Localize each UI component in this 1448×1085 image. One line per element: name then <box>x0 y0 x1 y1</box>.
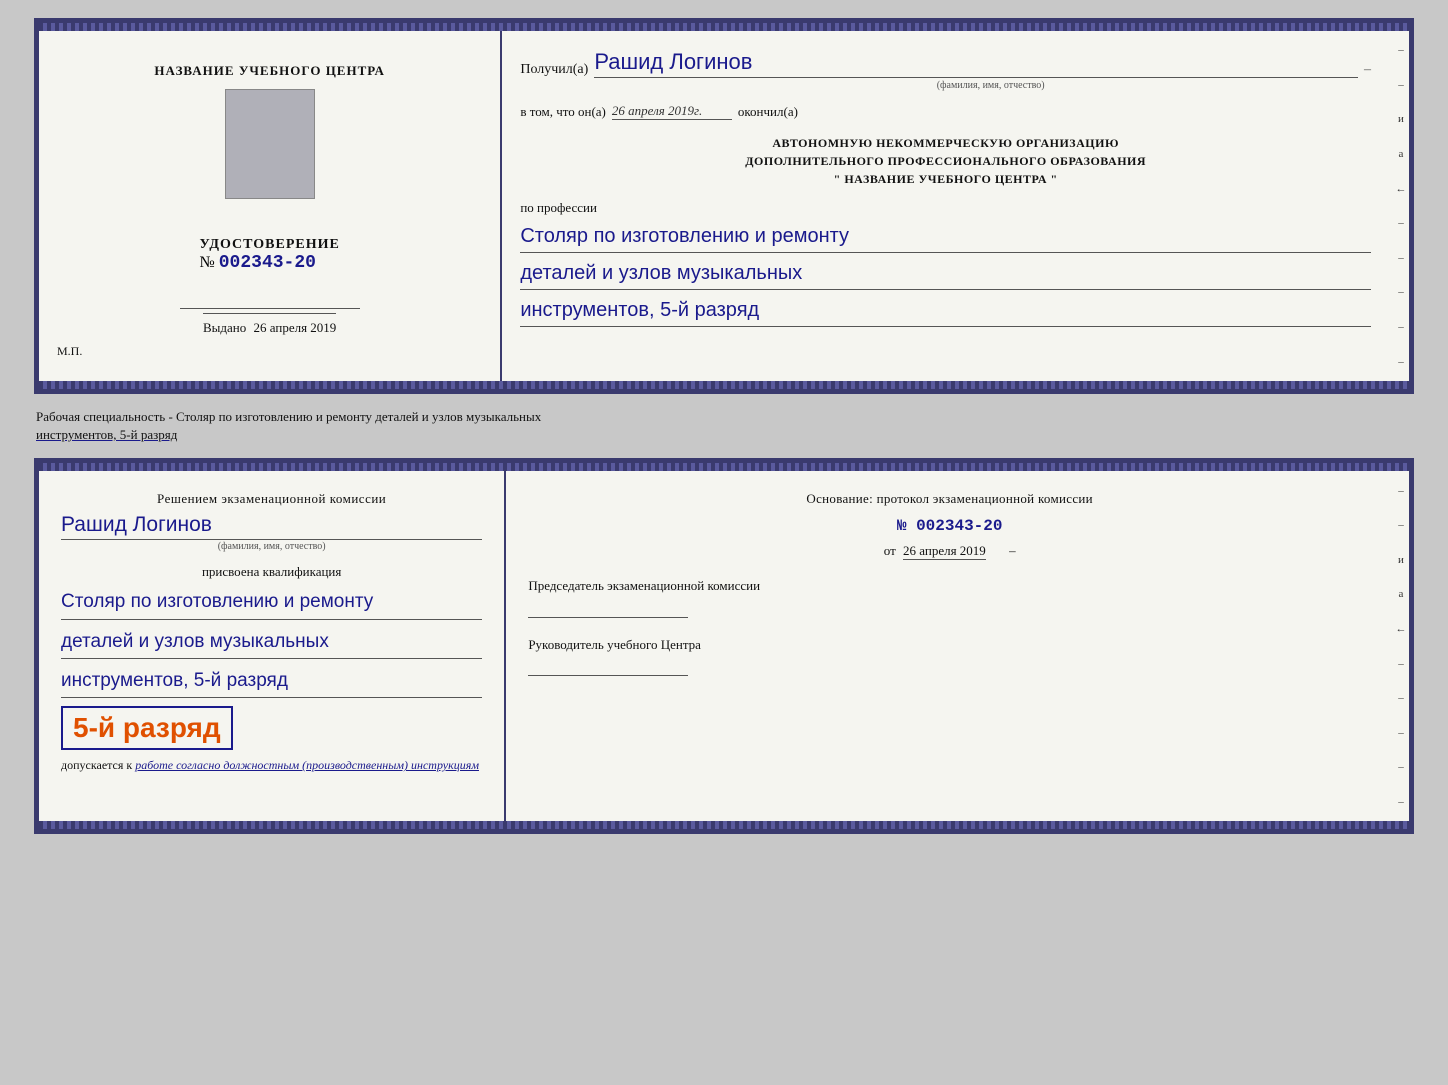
vydano-date: 26 апреля 2019 <box>254 320 337 335</box>
osnov-number: № 002343-20 <box>528 517 1371 535</box>
poluchil-label: Получил(а) <box>520 62 588 78</box>
dash-top: – <box>1364 62 1371 78</box>
right-side-deco: – – и а ← – – – – – <box>1393 31 1409 381</box>
qual-line1-top: Столяр по изготовлению и ремонту <box>520 220 1371 253</box>
handwritten-name-top: Рашид Логинов <box>594 49 1358 78</box>
top-doc-right: Получил(а) Рашид Логинов – (фамилия, имя… <box>502 31 1393 381</box>
between-label: Рабочая специальность - Столяр по изгото… <box>34 404 1414 448</box>
center-title: НАЗВАНИЕ УЧЕБНОГО ЦЕНТРА <box>154 63 385 79</box>
prisvoyena: присвоена квалификация <box>61 564 482 580</box>
photo-placeholder <box>225 89 315 199</box>
vtom-label: в том, что он(а) <box>520 104 606 120</box>
udostoverenie-block: УДОСТОВЕРЕНИЕ № 002343-20 <box>199 237 339 273</box>
ot-prefix: от <box>884 543 896 558</box>
dopusk-italic: работе согласно должностным (производств… <box>135 758 479 772</box>
org-block: АВТОНОМНУЮ НЕКОММЕРЧЕСКУЮ ОРГАНИЗАЦИЮ ДО… <box>520 134 1371 188</box>
predsed-sign-line <box>528 600 688 618</box>
qual-line3-bottom: инструментов, 5-й разряд <box>61 665 482 698</box>
ot-date: 26 апреля 2019 <box>903 543 986 560</box>
top-document-card: НАЗВАНИЕ УЧЕБНОГО ЦЕНТРА УДОСТОВЕРЕНИЕ №… <box>34 18 1414 394</box>
reshen-label: Решением экзаменационной комиссии <box>61 491 482 507</box>
bottom-border-band-top <box>39 381 1409 389</box>
vtom-date: 26 апреля 2019г. <box>612 103 732 120</box>
org-line2: ДОПОЛНИТЕЛЬНОГО ПРОФЕССИОНАЛЬНОГО ОБРАЗО… <box>520 152 1371 170</box>
qual-line2-top: деталей и узлов музыкальных <box>520 257 1371 290</box>
po-professii: по профессии <box>520 200 1371 216</box>
okoncil-label: окончил(а) <box>738 104 798 120</box>
vydano-line: Выдано 26 апреля 2019 <box>203 313 336 336</box>
fio-sub-bottom: (фамилия, имя, отчество) <box>61 541 482 552</box>
between-text-underline: инструментов, 5-й разряд <box>36 427 177 442</box>
dopuskaetsya: допускается к работе согласно должностны… <box>61 758 482 773</box>
razryad-box: 5-й разряд <box>61 706 233 750</box>
vtom-row: в том, что он(а) 26 апреля 2019г. окончи… <box>520 103 1371 120</box>
udost-number: 002343-20 <box>219 253 316 273</box>
poluchil-row: Получил(а) Рашид Логинов – <box>520 49 1371 78</box>
handwritten-name-bottom: Рашид Логинов <box>61 513 482 540</box>
org-line1: АВТОНОМНУЮ НЕКОММЕРЧЕСКУЮ ОРГАНИЗАЦИЮ <box>520 134 1371 152</box>
bottom-doc-right: Основание: протокол экзаменационной коми… <box>506 471 1393 821</box>
vydano-prefix: Выдано <box>203 320 246 335</box>
dopusk-prefix: допускается к <box>61 758 132 772</box>
rukov-sign-line <box>528 658 688 676</box>
bottom-doc-left: Решением экзаменационной комиссии Рашид … <box>39 471 504 821</box>
razryad-text: 5-й разряд <box>73 712 221 743</box>
top-doc-left: НАЗВАНИЕ УЧЕБНОГО ЦЕНТРА УДОСТОВЕРЕНИЕ №… <box>39 31 500 381</box>
osnov-label: Основание: протокол экзаменационной коми… <box>528 491 1371 507</box>
rukov-label: Руководитель учебного Центра <box>528 636 1371 654</box>
number-prefix: № <box>897 517 907 535</box>
right-side-deco-bottom: – – и а ← – – – – – <box>1393 471 1409 821</box>
fio-sub-top: (фамилия, имя, отчество) <box>610 80 1371 91</box>
no-prefix: № <box>199 254 214 272</box>
qual-line3-top: инструментов, 5-й разряд <box>520 294 1371 327</box>
osnov-number-val: 002343-20 <box>916 517 1002 535</box>
org-line3: " НАЗВАНИЕ УЧЕБНОГО ЦЕНТРА " <box>520 170 1371 188</box>
between-text-main: Рабочая специальность - Столяр по изгото… <box>36 409 541 424</box>
top-border-band-bottom <box>39 463 1409 471</box>
bottom-border-band-bottom <box>39 821 1409 829</box>
qual-line1-bottom: Столяр по изготовлению и ремонту <box>61 586 482 619</box>
udost-label: УДОСТОВЕРЕНИЕ <box>199 237 339 253</box>
bottom-document-card: Решением экзаменационной комиссии Рашид … <box>34 458 1414 834</box>
qual-line2-bottom: деталей и узлов музыкальных <box>61 626 482 659</box>
top-border-band <box>39 23 1409 31</box>
mp-label: М.П. <box>57 344 82 359</box>
predsed-label: Председатель экзаменационной комиссии <box>528 577 1371 595</box>
ot-row: от 26 апреля 2019 – <box>528 543 1371 559</box>
